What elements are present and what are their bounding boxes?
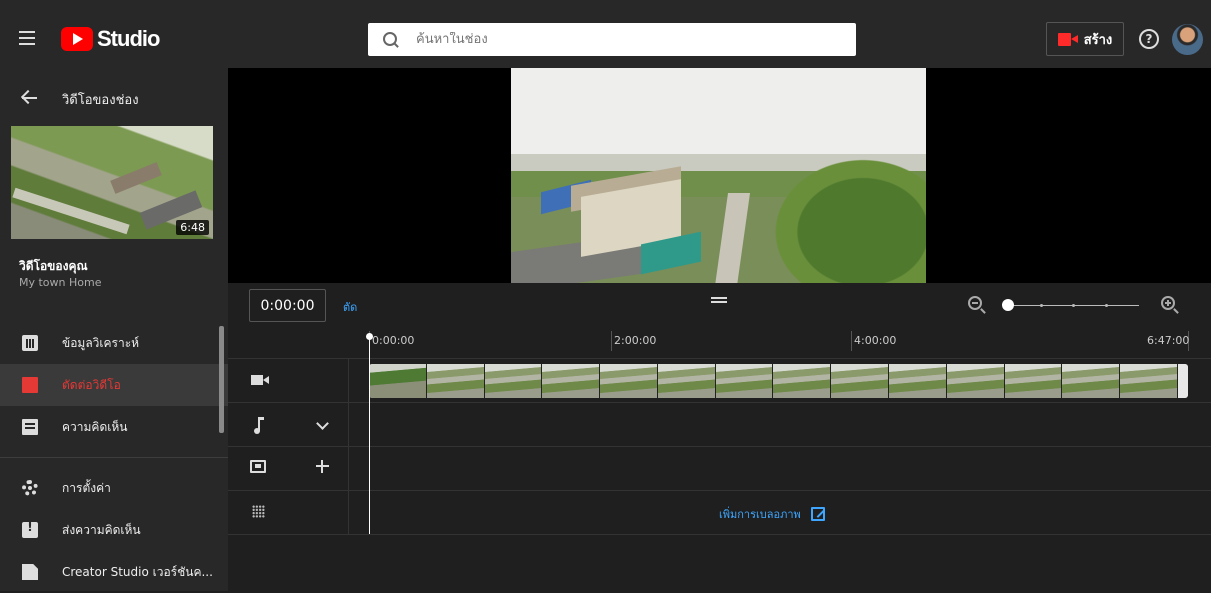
back-to-channel-videos[interactable]: วิดีโอของช่อง xyxy=(0,86,228,110)
film-frame xyxy=(600,364,658,398)
top-bar: Studio สร้าง ? xyxy=(0,0,1211,68)
sidebar-item-label: ตัดต่อวิดีโอ xyxy=(62,377,121,392)
film-frame xyxy=(1004,364,1063,398)
avatar[interactable] xyxy=(1172,24,1203,55)
editor-icon xyxy=(22,377,38,393)
track-header-separator xyxy=(348,359,349,535)
sidebar-item-creator-studio-classic[interactable]: Creator Studio เวอร์ชันค... xyxy=(0,551,228,593)
sidebar-item-label: การตั้งค่า xyxy=(62,480,111,495)
ruler-tick xyxy=(611,331,612,351)
sidebar-item-label: ข้อมูลวิเคราะห์ xyxy=(62,335,140,350)
settings-icon xyxy=(22,480,38,496)
film-frame xyxy=(484,364,543,398)
sidebar-item-label: ส่งความคิดเห็น xyxy=(62,522,141,537)
hamburger-menu-icon[interactable] xyxy=(16,26,40,50)
back-label: วิดีโอของช่อง xyxy=(62,93,139,108)
sidebar-item-analytics[interactable]: ข้อมูลวิเคราะห์ xyxy=(0,322,228,364)
resize-handle-icon[interactable] xyxy=(711,297,727,303)
youtube-play-icon xyxy=(61,27,93,51)
playhead-handle[interactable] xyxy=(366,333,373,340)
film-frame xyxy=(1120,364,1178,398)
chevron-down-icon[interactable] xyxy=(316,417,329,430)
playhead[interactable] xyxy=(369,335,370,534)
sidebar-item-label: Creator Studio เวอร์ชันค... xyxy=(62,564,213,579)
open-external-icon xyxy=(810,507,825,521)
analytics-icon xyxy=(22,335,38,351)
film-frame xyxy=(426,364,485,398)
video-track-icon xyxy=(251,375,269,385)
film-frame xyxy=(889,364,947,398)
video-thumbnail[interactable]: 6:48 xyxy=(11,126,213,239)
sidebar-scrollbar[interactable] xyxy=(219,326,224,433)
timecode-display[interactable]: 0:00:00 xyxy=(249,289,326,322)
video-filmstrip[interactable] xyxy=(369,364,1188,398)
add-blur-label: เพิ่มการเบลอภาพ xyxy=(719,508,801,521)
sidebar-divider xyxy=(0,457,228,458)
thumbnail-duration: 6:48 xyxy=(176,220,209,235)
film-frame xyxy=(831,364,890,398)
video-camera-icon xyxy=(1057,32,1078,46)
ruler-label: 4:00:00 xyxy=(854,334,897,347)
create-button-label: สร้าง xyxy=(1083,32,1113,48)
back-arrow-icon[interactable] xyxy=(22,90,38,106)
search-input[interactable] xyxy=(416,32,816,47)
film-frame xyxy=(369,364,427,398)
film-frame xyxy=(542,364,601,398)
zoom-out-icon[interactable] xyxy=(968,296,982,310)
studio-logo[interactable]: Studio xyxy=(61,25,160,53)
filmstrip-end-handle[interactable] xyxy=(1177,364,1188,398)
creator-studio-classic-icon xyxy=(22,564,38,580)
trim-button[interactable]: ตัด xyxy=(343,298,357,316)
film-frame xyxy=(1062,364,1121,398)
audio-track-icon[interactable] xyxy=(254,417,264,435)
add-end-screen-icon[interactable] xyxy=(316,460,329,473)
video-title: My town Home xyxy=(19,276,102,289)
sidebar-item-editor[interactable]: ตัดต่อวิดีโอ xyxy=(0,364,228,406)
ruler-label: 2:00:00 xyxy=(614,334,657,347)
help-icon[interactable]: ? xyxy=(1139,29,1159,49)
search-bar[interactable] xyxy=(368,23,856,56)
zoom-slider-knob[interactable] xyxy=(1002,299,1014,311)
add-blur-button[interactable]: เพิ่มการเบลอภาพ xyxy=(719,505,825,523)
search-icon[interactable] xyxy=(382,31,400,49)
sidebar-item-label: ความคิดเห็น xyxy=(62,419,128,434)
film-frame xyxy=(946,364,1005,398)
sidebar-item-settings[interactable]: การตั้งค่า xyxy=(0,467,228,509)
sidebar-item-feedback[interactable]: ส่งความคิดเห็น xyxy=(0,509,228,551)
video-preview-area xyxy=(228,68,1211,283)
zoom-in-icon[interactable] xyxy=(1161,296,1175,310)
film-frame xyxy=(657,364,716,398)
ruler-label: 6:47:00 xyxy=(1147,334,1190,347)
ruler-label: 0:00:00 xyxy=(372,334,415,347)
sidebar-item-comments[interactable]: ความคิดเห็น xyxy=(0,406,228,448)
create-button[interactable]: สร้าง xyxy=(1046,22,1124,56)
your-video-label: วิดีโอของคุณ xyxy=(19,259,88,273)
ruler-tick xyxy=(851,331,852,351)
blur-track-icon xyxy=(252,505,265,518)
sidebar: วิดีโอของช่อง 6:48 วิดีโอของคุณ My town … xyxy=(0,68,228,591)
film-frame xyxy=(715,364,774,398)
film-frame xyxy=(773,364,832,398)
end-screen-icon[interactable] xyxy=(250,460,266,473)
zoom-slider-track[interactable] xyxy=(1008,304,1139,307)
video-preview[interactable] xyxy=(511,68,926,283)
feedback-icon xyxy=(22,520,38,538)
logo-text: Studio xyxy=(97,26,160,51)
comments-icon xyxy=(22,419,38,435)
